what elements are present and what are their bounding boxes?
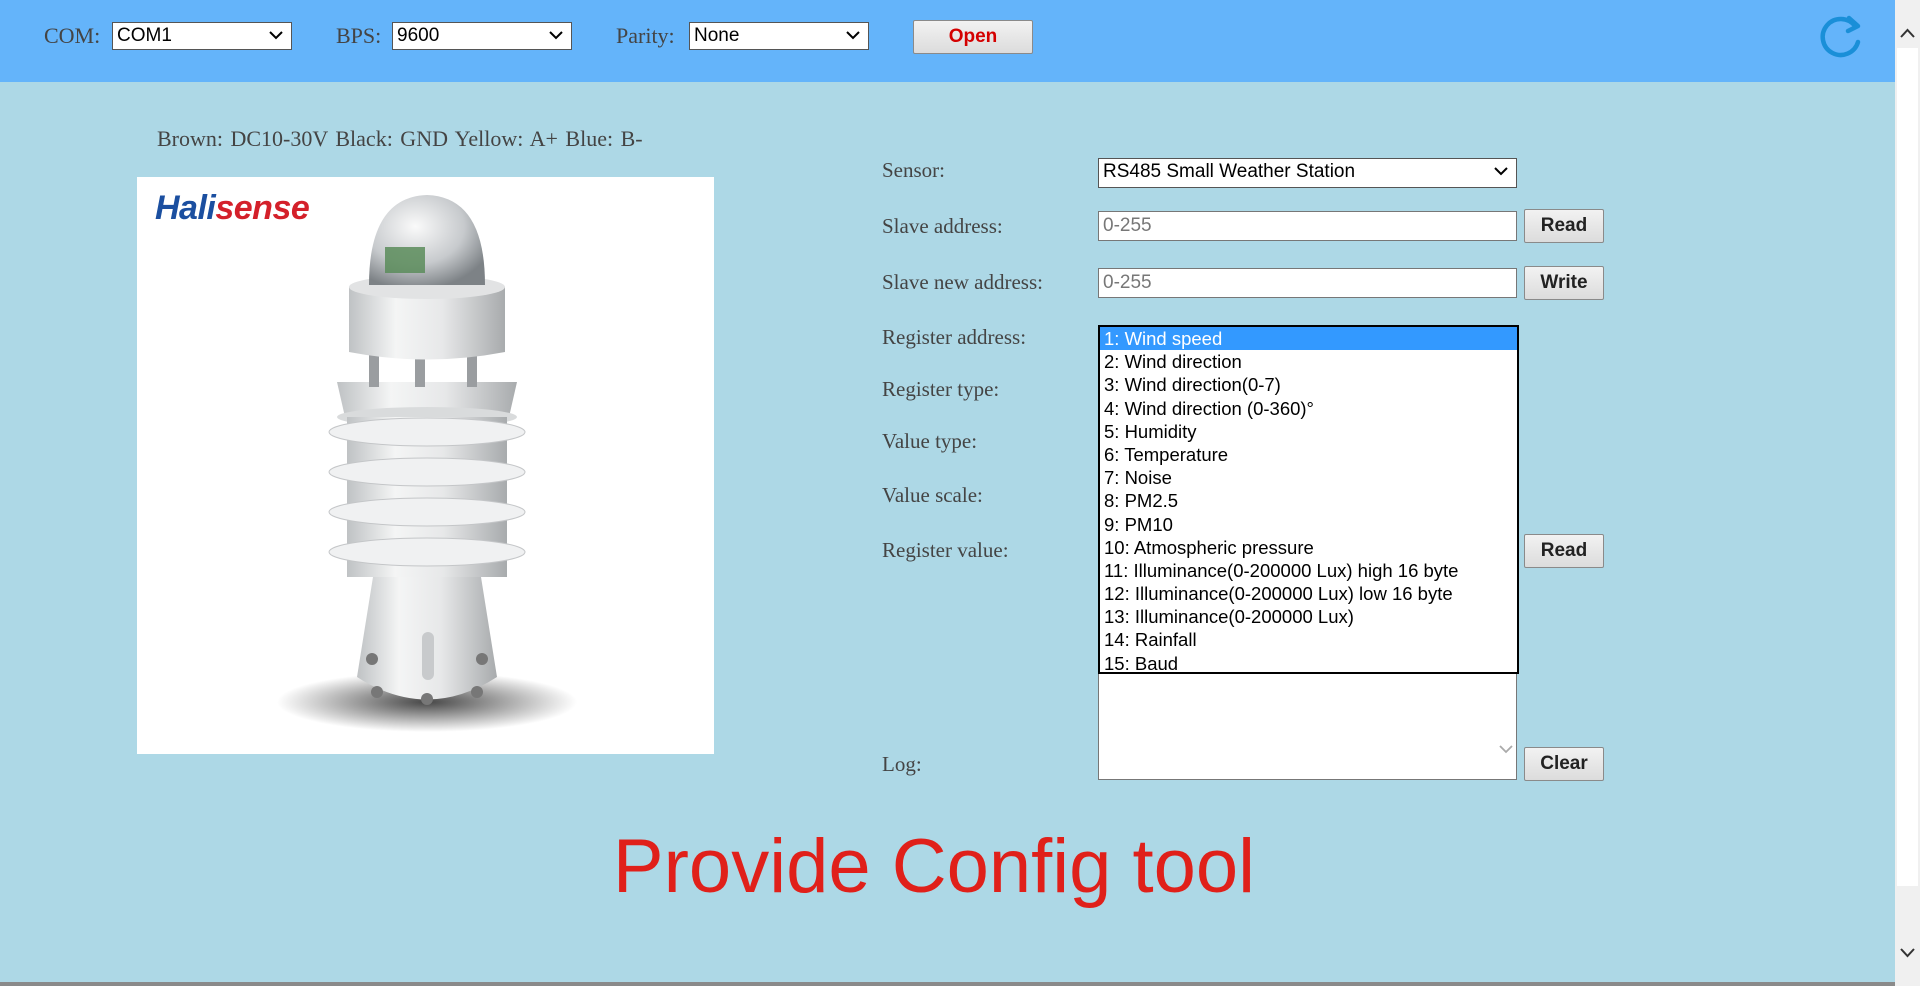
register-option[interactable]: 12: Illuminance(0-200000 Lux) low 16 byt…	[1100, 582, 1517, 605]
register-option[interactable]: 3: Wind direction(0-7)	[1100, 373, 1517, 396]
register-option[interactable]: 4: Wind direction (0-360)°	[1100, 397, 1517, 420]
scroll-up-icon[interactable]	[1899, 26, 1916, 40]
parity-select-value: None	[694, 25, 740, 46]
register-address-dropdown-list[interactable]: 1: Wind speed 2: Wind direction 3: Wind di…	[1098, 325, 1519, 674]
bps-select-value: 9600	[397, 25, 440, 46]
register-address-label: Register address:	[882, 325, 1027, 349]
log-textarea[interactable]	[1098, 674, 1517, 780]
register-value-label: Register value:	[882, 538, 1009, 562]
value-scale-label: Value scale:	[882, 483, 983, 507]
register-option[interactable]: 14: Rainfall	[1100, 628, 1517, 651]
chevron-down-icon[interactable]	[1498, 743, 1514, 755]
register-option[interactable]: 15: Baud	[1100, 652, 1517, 672]
register-option[interactable]: 1: Wind speed	[1100, 327, 1517, 351]
register-option[interactable]: 5: Humidity	[1100, 420, 1517, 443]
sensor-label: Sensor:	[882, 158, 945, 182]
write-address-button[interactable]: Write	[1524, 266, 1604, 300]
read-register-button[interactable]: Read	[1524, 534, 1604, 568]
scroll-down-icon[interactable]	[1899, 946, 1916, 960]
bps-label: BPS:	[336, 23, 382, 48]
product-image: Halisense	[137, 177, 714, 754]
top-toolbar: COM: COM1 BPS: 9600 Parity: None Open	[0, 0, 1895, 82]
register-option[interactable]: 2: Wind direction	[1100, 350, 1517, 373]
register-option[interactable]: 6: Temperature	[1100, 443, 1517, 466]
slave-address-label: Slave address:	[882, 214, 1003, 238]
scrollbar-thumb[interactable]	[1897, 48, 1918, 886]
promo-banner-text: Provide Config tool	[612, 824, 1256, 909]
read-address-button[interactable]: Read	[1524, 209, 1604, 243]
chevron-down-icon	[269, 31, 283, 40]
register-type-label: Register type:	[882, 377, 1000, 401]
value-type-label: Value type:	[882, 429, 978, 453]
slave-new-address-label: Slave new address:	[882, 270, 1043, 294]
weather-station-illustration	[277, 195, 577, 732]
register-option[interactable]: 13: Illuminance(0-200000 Lux)	[1100, 605, 1517, 628]
parity-label: Parity:	[616, 23, 675, 48]
page-scrollbar[interactable]	[1895, 0, 1920, 986]
com-select-value: COM1	[117, 25, 172, 46]
register-option[interactable]: 9: PM10	[1100, 513, 1517, 536]
clear-log-button[interactable]: Clear	[1524, 747, 1604, 781]
refresh-icon[interactable]	[1815, 12, 1865, 62]
sensor-select-value: RS485 Small Weather Station	[1103, 161, 1356, 182]
slave-address-input[interactable]: 0-255	[1098, 211, 1517, 241]
com-select[interactable]: COM1	[112, 22, 292, 50]
wiring-info: Brown: DC10-30V Black: GND Yellow: A+ Bl…	[157, 126, 643, 151]
parity-select[interactable]: None	[689, 22, 869, 50]
log-label: Log:	[882, 752, 922, 776]
bps-select[interactable]: 9600	[392, 22, 572, 50]
register-option[interactable]: 8: PM2.5	[1100, 489, 1517, 512]
chevron-down-icon	[1494, 167, 1508, 176]
register-option[interactable]: 10: Atmospheric pressure	[1100, 536, 1517, 559]
slave-new-address-input[interactable]: 0-255	[1098, 268, 1517, 298]
chevron-down-icon	[549, 31, 563, 40]
sensor-select[interactable]: RS485 Small Weather Station	[1098, 158, 1517, 188]
open-button[interactable]: Open	[913, 20, 1033, 54]
log-scrollbar[interactable]	[1496, 674, 1514, 779]
window-bottom-border	[0, 982, 1895, 986]
register-option[interactable]: 7: Noise	[1100, 466, 1517, 489]
register-option[interactable]: 11: Illuminance(0-200000 Lux) high 16 by…	[1100, 559, 1517, 582]
chevron-down-icon	[846, 31, 860, 40]
com-label: COM:	[44, 23, 101, 48]
